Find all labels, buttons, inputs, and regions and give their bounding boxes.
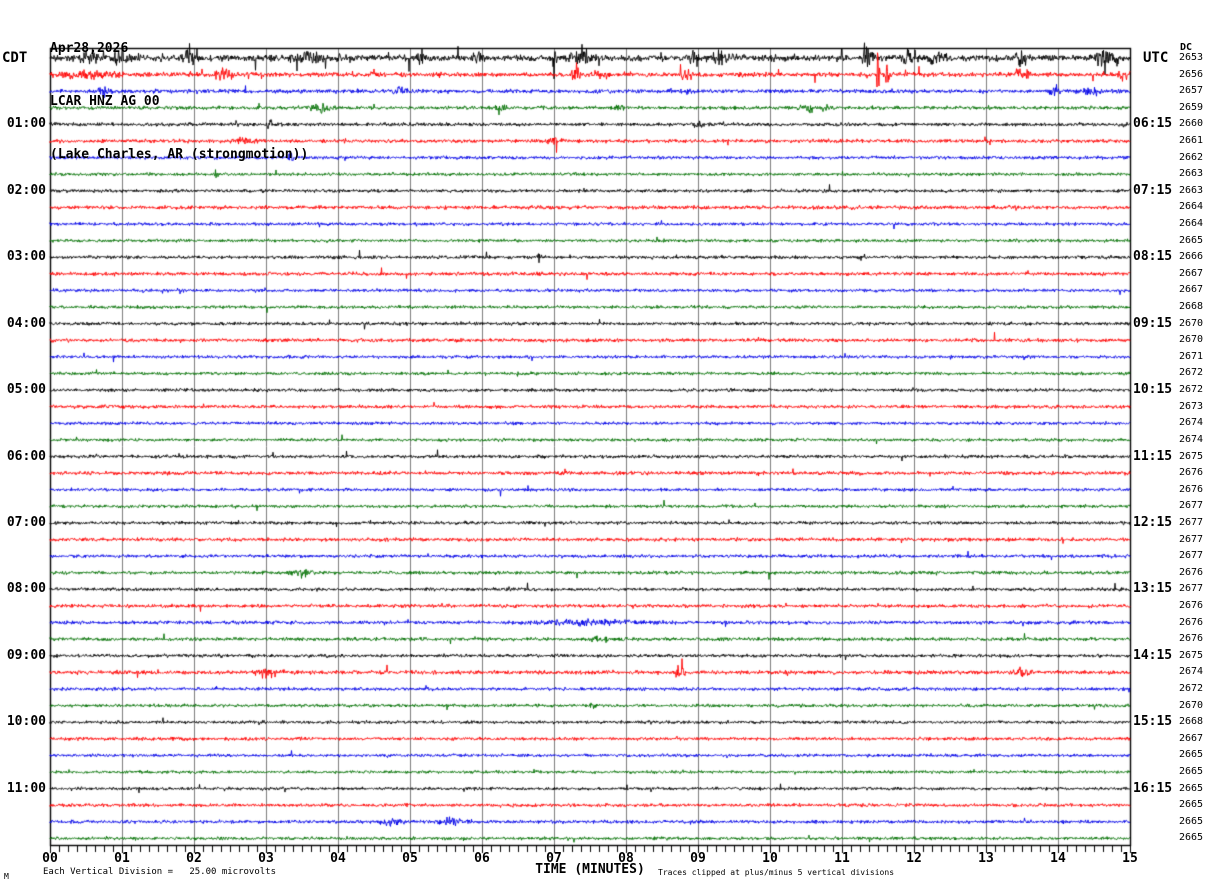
cdt-hour-label: 09:00 (6, 647, 46, 663)
dc-offset-value: 2653 (1179, 52, 1204, 63)
utc-hour-label: 12:15 (1133, 514, 1173, 530)
cdt-hour-label: 08:00 (6, 581, 46, 597)
cdt-hour-label: 01:00 (6, 116, 46, 132)
cdt-hour-label: 10:00 (6, 714, 46, 730)
dc-offset-value: 2672 (1179, 367, 1204, 379)
utc-hour-label: 11:15 (1133, 448, 1173, 464)
x-axis-tick-label: 14 (1050, 851, 1066, 866)
x-axis-tick-label: 04 (330, 851, 346, 866)
dc-offset-value: 2676 (1179, 616, 1204, 628)
utc-hour-label: 09:15 (1133, 315, 1173, 331)
utc-hour-label: 14:15 (1133, 647, 1173, 663)
x-axis-tick-label: 03 (258, 851, 274, 866)
cdt-hour-label: 05:00 (6, 382, 46, 398)
dc-offset-value: 2665 (1179, 799, 1204, 811)
dc-offset-value: 2668 (1179, 301, 1204, 313)
dc-offset-value: 2676 (1179, 633, 1204, 645)
cdt-hour-label: 04:00 (6, 315, 46, 331)
clip-note: Traces clipped at plus/minus 5 vertical … (658, 868, 895, 877)
dc-offset-value: 2671 (1179, 350, 1204, 362)
dc-offset-value: 2670 (1179, 699, 1204, 711)
dc-offset-value: 2657 (1179, 85, 1204, 97)
dc-offset-value: 2673 (1179, 400, 1204, 412)
utc-hour-label: 15:15 (1133, 714, 1173, 730)
dc-offset-value: 2665 (1179, 234, 1204, 246)
scale-note: Each Vertical Division = 25.00 microvolt… (43, 867, 276, 877)
dc-offset-value: 2677 (1179, 516, 1204, 528)
dc-offset-value: 2656 (1179, 68, 1204, 80)
x-axis-tick-label: 01 (114, 851, 130, 866)
cdt-hour-label: 06:00 (6, 448, 46, 464)
dc-offset-value: 2676 (1179, 599, 1204, 611)
dc-offset-value: 2663 (1179, 184, 1204, 196)
dc-offset-value: 2675 (1179, 450, 1204, 462)
dc-offset-value: 2664 (1179, 218, 1204, 230)
scale-note-label: Each Vertical Division = (43, 867, 174, 877)
title-block: Apr28,2026 LCAR HNZ AG 00 (Lake Charles,… (50, 3, 308, 181)
cdt-hour-label: 11:00 (6, 780, 46, 796)
dc-offset-value: 2665 (1179, 815, 1204, 827)
dc-offset-value: 2676 (1179, 467, 1204, 479)
dc-offset-value: 2665 (1179, 832, 1204, 844)
x-axis-tick-label: 00 (42, 851, 58, 866)
dc-offset-value: 2674 (1179, 433, 1204, 445)
dc-offset-value: 2674 (1179, 666, 1204, 678)
dc-offset-value: 2663 (1179, 168, 1204, 180)
dc-offset-value: 2676 (1179, 566, 1204, 578)
dc-offset-value: 2677 (1179, 583, 1204, 595)
dc-offset-value: 2662 (1179, 151, 1204, 163)
x-axis-tick-label: 05 (402, 851, 418, 866)
x-axis-tick-label: 02 (186, 851, 202, 866)
dc-offset-value: 2672 (1179, 682, 1204, 694)
x-axis-tick-label: 13 (978, 851, 994, 866)
x-axis-tick-label: 15 (1122, 851, 1138, 866)
dc-offset-value: 2670 (1179, 334, 1204, 346)
right-timezone-label: UTC (1143, 50, 1169, 66)
dc-offset-value: 2677 (1179, 500, 1204, 512)
dc-offset-value: 2674 (1179, 417, 1204, 429)
dc-offset-value: 2676 (1179, 483, 1204, 495)
dc-offset-value: 2670 (1179, 317, 1204, 329)
scale-note-value: 25.00 microvolts (189, 867, 277, 877)
utc-hour-label: 07:15 (1133, 182, 1173, 198)
x-axis-tick-label: 10 (762, 851, 778, 866)
dc-offset-value: 2665 (1179, 749, 1204, 761)
utc-hour-label: 08:15 (1133, 249, 1173, 265)
cdt-hour-label: 03:00 (6, 249, 46, 265)
dc-offset-value: 2665 (1179, 765, 1204, 777)
x-axis-tick-label: 12 (906, 851, 922, 866)
utc-hour-label: 16:15 (1133, 780, 1173, 796)
utc-hour-label: 06:15 (1133, 116, 1173, 132)
title-station: LCAR HNZ AG 00 (50, 94, 160, 109)
dc-offset-value: 2661 (1179, 135, 1204, 147)
dc-offset-value: 2672 (1179, 384, 1204, 396)
dc-offset-value: 2667 (1179, 267, 1204, 279)
dc-offset-value: 2675 (1179, 649, 1204, 661)
cdt-hour-label: 02:00 (6, 182, 46, 198)
cdt-hour-label: 07:00 (6, 514, 46, 530)
dc-offset-value: 2668 (1179, 716, 1204, 728)
dc-offset-value: 2667 (1179, 284, 1204, 296)
x-axis-tick-label: 11 (834, 851, 850, 866)
dc-offset-value: 2665 (1179, 782, 1204, 794)
dc-offset-value: 2667 (1179, 732, 1204, 744)
title-date: Apr28,2026 (50, 41, 129, 56)
dc-offset-value: 2677 (1179, 550, 1204, 562)
dc-offset-value: 2666 (1179, 251, 1204, 263)
dc-offset-value: 2677 (1179, 533, 1204, 545)
dc-offset-value: 2660 (1179, 118, 1204, 130)
title-location: (Lake Charles, AR (strongmotion)) (50, 147, 309, 162)
utc-hour-label: 13:15 (1133, 581, 1173, 597)
dc-offset-value: 2659 (1179, 101, 1204, 113)
utc-hour-label: 10:15 (1133, 382, 1173, 398)
left-timezone-label: CDT (2, 50, 28, 66)
dc-offset-value: 2664 (1179, 201, 1204, 213)
logo-mark: M (4, 872, 9, 881)
